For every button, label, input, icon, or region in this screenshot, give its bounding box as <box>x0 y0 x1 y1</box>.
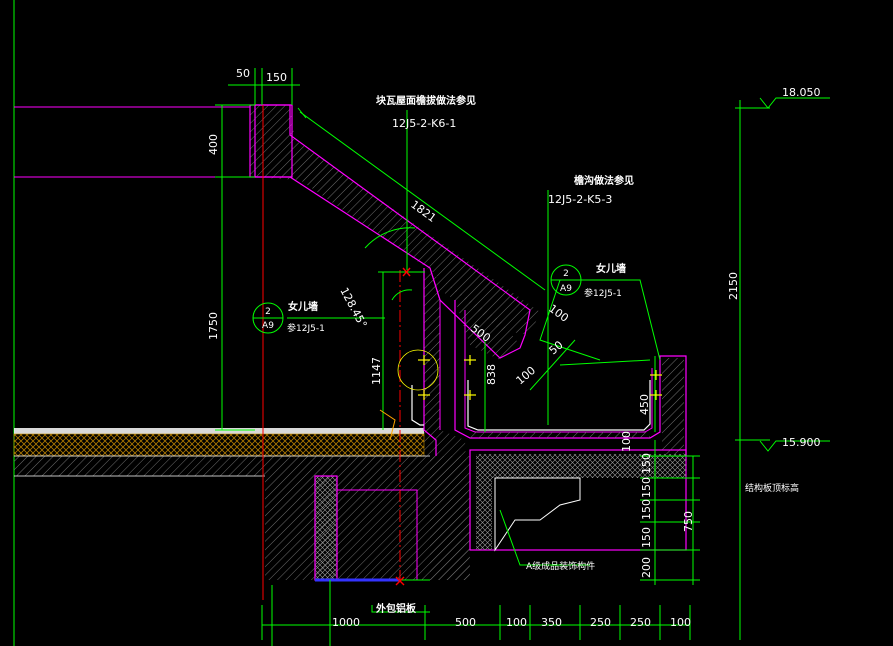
dim-100-r: 100 <box>620 431 633 452</box>
decor-component-label: A级成品装饰构件 <box>526 560 595 572</box>
dim-200: 200 <box>640 557 653 578</box>
callout-left: 2 A9 <box>252 302 284 334</box>
dim-400: 400 <box>207 134 220 155</box>
dim-1147: 1147 <box>370 357 383 385</box>
callout-left-num: 2 <box>265 307 271 317</box>
aluminum-panel-label: 外包铝板 <box>375 602 417 615</box>
dim-100-a: 100 <box>514 364 538 387</box>
dim-2150: 2150 <box>727 272 740 300</box>
dim-450: 450 <box>638 394 651 415</box>
floor-slab <box>13 428 434 477</box>
dim-150-r2: 150 <box>640 477 653 498</box>
gutter-ref-title: 檐沟做法参见 <box>574 174 634 187</box>
dim-838: 838 <box>485 364 498 385</box>
dim-bottom-500: 500 <box>455 616 476 629</box>
dim-128: 128.45° <box>337 285 369 330</box>
dim-bottom-350: 350 <box>541 616 562 629</box>
dim-100-slope: 100 <box>546 302 571 325</box>
dim-1750: 1750 <box>207 312 220 340</box>
callout-right-sheet: A9 <box>560 284 572 294</box>
elevation-top: 18.050 <box>782 86 821 99</box>
callout-right: 2 A9 <box>550 264 582 296</box>
dim-150-r4: 150 <box>640 527 653 548</box>
cad-drawing: 2 A9 2 A9 块瓦屋面檐拔做法参见 12J5-2-K6-1 檐沟做法参见 … <box>13 0 830 646</box>
tile-roof-ref-code: 12J5-2-K6-1 <box>392 117 456 130</box>
parapet-right-label: 女儿墙 <box>596 262 626 275</box>
structural-elevation-label: 结构板顶标高 <box>745 482 799 494</box>
dim-150-r3: 150 <box>640 499 653 520</box>
dim-bottom-1000: 1000 <box>332 616 360 629</box>
dim-150-top: 150 <box>266 71 287 84</box>
dim-50-a: 50 <box>547 338 566 357</box>
elevation-middle: 15.900 <box>782 436 821 449</box>
gutter-ref-code: 12J5-2-K5-3 <box>548 193 612 206</box>
callout-left-sheet: A9 <box>262 321 274 331</box>
parapet-right-ref: 参12J5-1 <box>584 287 622 299</box>
callout-right-num: 2 <box>563 269 569 279</box>
dim-bottom-250b: 250 <box>630 616 651 629</box>
dim-50: 50 <box>236 67 250 80</box>
tile-roof-ref-title: 块瓦屋面檐拔做法参见 <box>376 94 476 107</box>
dim-150-r1: 150 <box>640 453 653 474</box>
parapet-left-label: 女儿墙 <box>288 300 318 313</box>
dim-bottom-100b: 100 <box>670 616 691 629</box>
dim-bottom-250a: 250 <box>590 616 611 629</box>
parapet-left-ref: 参12J5-1 <box>287 322 325 334</box>
dim-bottom-100: 100 <box>506 616 527 629</box>
dim-750: 750 <box>682 511 695 532</box>
